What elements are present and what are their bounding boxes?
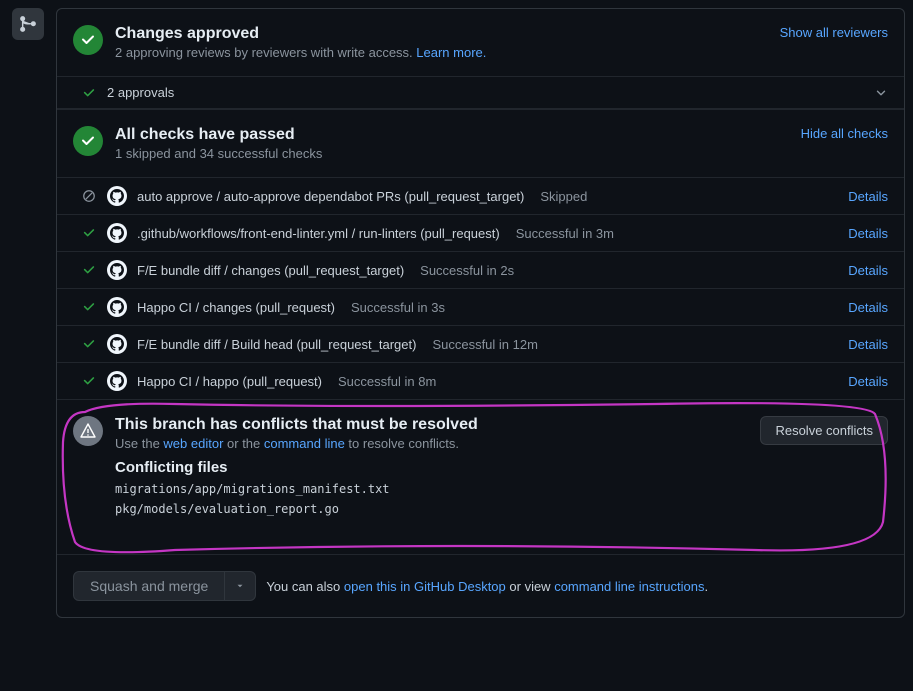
footer-text: You can also open this in GitHub Desktop…	[266, 579, 708, 594]
conflicting-file: pkg/models/evaluation_report.go	[115, 502, 748, 516]
check-row: F/E bundle diff / changes (pull_request_…	[57, 252, 904, 289]
approvals-count: 2 approvals	[107, 85, 174, 100]
git-merge-icon	[12, 8, 44, 40]
show-reviewers-link[interactable]: Show all reviewers	[780, 25, 888, 40]
check-status: Successful in 12m	[432, 337, 538, 352]
learn-more-link[interactable]: Learn more.	[416, 45, 486, 60]
details-link[interactable]: Details	[848, 337, 888, 352]
check-name: auto approve / auto-approve dependabot P…	[137, 189, 524, 204]
check-name: F/E bundle diff / Build head (pull_reque…	[137, 337, 416, 352]
check-row: auto approve / auto-approve dependabot P…	[57, 178, 904, 215]
check-icon	[81, 226, 97, 240]
web-editor-link[interactable]: web editor	[163, 436, 223, 451]
checks-section: All checks have passed 1 skipped and 34 …	[57, 109, 904, 178]
caret-down-icon	[235, 581, 245, 591]
conflicting-file: migrations/app/migrations_manifest.txt	[115, 482, 748, 496]
open-in-desktop-link[interactable]: open this in GitHub Desktop	[344, 579, 506, 594]
check-icon	[81, 300, 97, 314]
details-link[interactable]: Details	[848, 263, 888, 278]
check-status: Successful in 8m	[338, 374, 436, 389]
approved-subtitle: 2 approving reviews by reviewers with wr…	[115, 45, 768, 60]
check-name: F/E bundle diff / changes (pull_request_…	[137, 263, 404, 278]
github-avatar-icon	[107, 260, 127, 280]
check-icon	[81, 374, 97, 388]
alert-icon	[73, 416, 103, 446]
check-row: Happo CI / changes (pull_request) Success…	[57, 289, 904, 326]
conflict-section: This branch has conflicts that must be r…	[57, 399, 904, 538]
check-icon	[81, 337, 97, 351]
squash-merge-button[interactable]: Squash and merge	[73, 571, 225, 601]
github-avatar-icon	[107, 223, 127, 243]
merge-footer: Squash and merge You can also open this …	[57, 554, 904, 617]
merge-dropdown-caret[interactable]	[225, 571, 256, 601]
hide-checks-link[interactable]: Hide all checks	[801, 126, 888, 141]
timeline-gutter	[0, 0, 56, 626]
github-avatar-icon	[107, 371, 127, 391]
check-status: Successful in 3s	[351, 300, 445, 315]
resolve-conflicts-button[interactable]: Resolve conflicts	[760, 416, 888, 445]
check-name: Happo CI / changes (pull_request)	[137, 300, 335, 315]
check-circle-icon	[73, 126, 103, 156]
check-circle-icon	[73, 25, 103, 55]
command-line-link[interactable]: command line	[264, 436, 345, 451]
check-row: F/E bundle diff / Build head (pull_reque…	[57, 326, 904, 363]
conflicting-files-heading: Conflicting files	[115, 459, 748, 476]
conflict-title: This branch has conflicts that must be r…	[115, 416, 748, 434]
details-link[interactable]: Details	[848, 374, 888, 389]
check-status: Successful in 3m	[516, 226, 614, 241]
check-icon	[81, 86, 97, 100]
checks-title: All checks have passed	[115, 126, 789, 144]
details-link[interactable]: Details	[848, 189, 888, 204]
check-name: Happo CI / happo (pull_request)	[137, 374, 322, 389]
check-icon	[81, 263, 97, 277]
conflict-subtitle: Use the web editor or the command line t…	[115, 436, 748, 451]
github-avatar-icon	[107, 186, 127, 206]
chevron-down-icon	[874, 86, 888, 100]
checks-subtitle: 1 skipped and 34 successful checks	[115, 146, 789, 161]
check-status: Skipped	[540, 189, 587, 204]
details-link[interactable]: Details	[848, 300, 888, 315]
check-row: .github/workflows/front-end-linter.yml /…	[57, 215, 904, 252]
merge-button-group: Squash and merge	[73, 571, 256, 601]
check-status: Successful in 2s	[420, 263, 514, 278]
check-row: Happo CI / happo (pull_request) Successfu…	[57, 363, 904, 399]
github-avatar-icon	[107, 297, 127, 317]
github-avatar-icon	[107, 334, 127, 354]
details-link[interactable]: Details	[848, 226, 888, 241]
cli-instructions-link[interactable]: command line instructions	[554, 579, 704, 594]
conflicting-files-list: migrations/app/migrations_manifest.txtpk…	[115, 482, 748, 516]
approvals-row[interactable]: 2 approvals	[57, 77, 904, 109]
merge-status-card: Changes approved 2 approving reviews by …	[56, 8, 905, 618]
check-name: .github/workflows/front-end-linter.yml /…	[137, 226, 500, 241]
approved-title: Changes approved	[115, 25, 768, 43]
changes-approved-section: Changes approved 2 approving reviews by …	[57, 9, 904, 77]
skip-icon	[81, 189, 97, 203]
